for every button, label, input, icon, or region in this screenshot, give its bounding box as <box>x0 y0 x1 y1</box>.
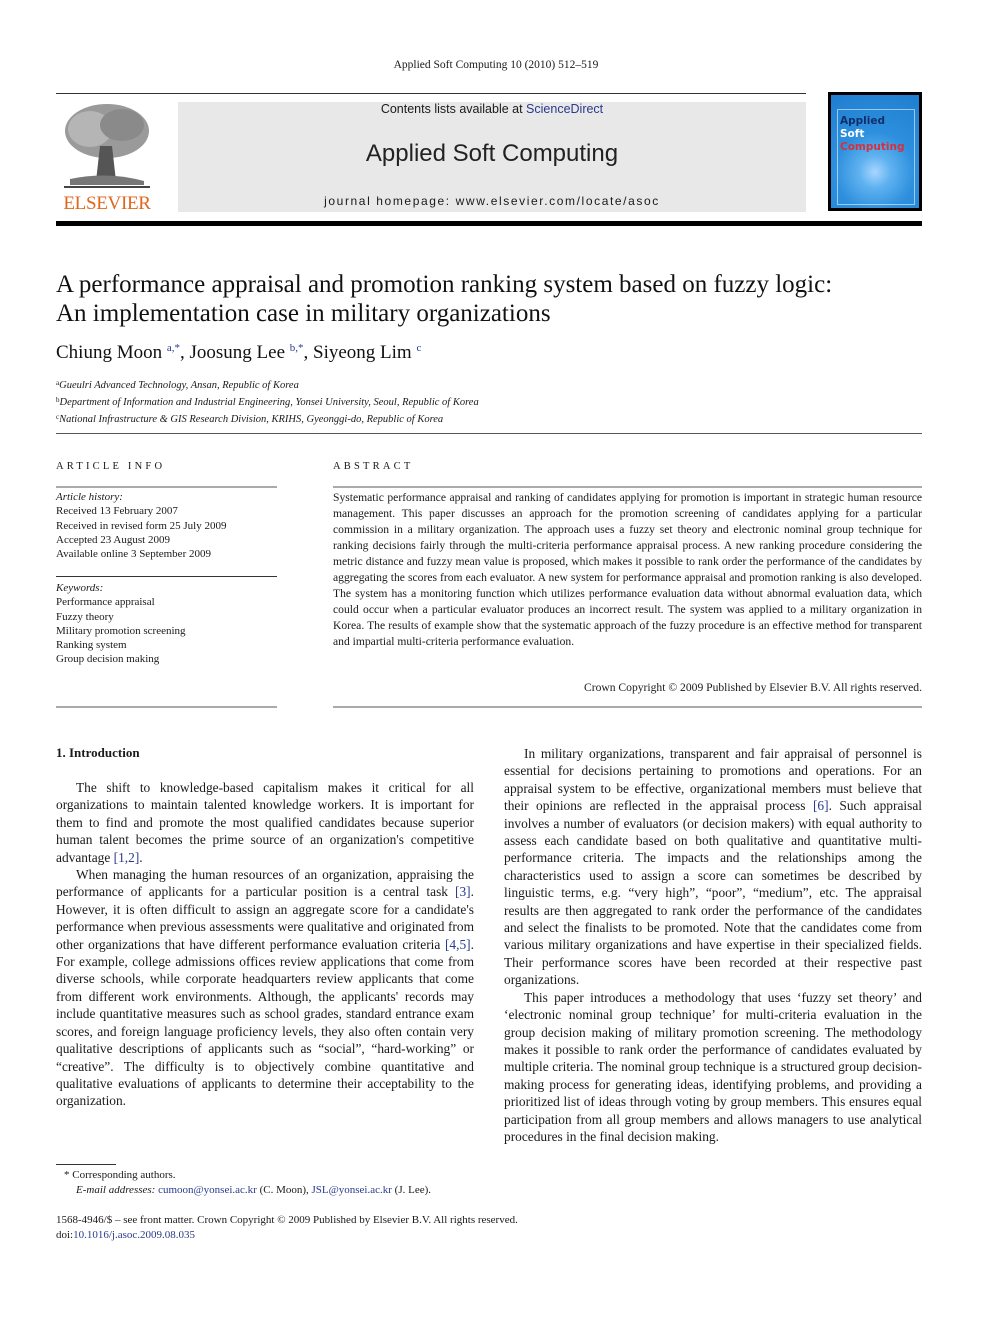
doi-prefix: doi: <box>56 1228 74 1241</box>
journal-title: Applied Soft Computing <box>365 140 619 167</box>
cover-title: Applied Soft Computing <box>840 115 904 154</box>
elsevier-wordmark: ELSEVIER <box>63 193 151 214</box>
abstract-text: Systematic performance appraisal and ran… <box>333 491 922 648</box>
affiliation-text: Department of Information and Industrial… <box>59 397 479 408</box>
history-label: Article history: <box>56 491 123 503</box>
email-line: E-mail addresses: cumoon@yonsei.ac.kr (C… <box>56 1183 431 1198</box>
email-link[interactable]: JSL@yonsei.ac.kr <box>312 1184 392 1196</box>
author-affiliation-link[interactable]: c <box>416 342 421 354</box>
affiliation-list: aGueulri Advanced Technology, Ansan, Rep… <box>56 376 479 427</box>
doi-line: doi:10.1016/j.asoc.2009.08.035 <box>56 1228 518 1243</box>
abstract-divider <box>333 486 922 488</box>
article-history: Article history: Received 13 February 20… <box>56 490 226 561</box>
article-info-heading: ARTICLE INFO <box>56 461 166 472</box>
title-line-1: A performance appraisal and promotion ra… <box>56 271 833 298</box>
keyword-item: Group decision making <box>56 653 160 666</box>
contents-line: Contents lists available at ScienceDirec… <box>178 102 806 116</box>
title-line-2: An implementation case in military organ… <box>56 300 551 327</box>
contents-prefix: Contents lists available at <box>380 102 527 116</box>
footnote-divider <box>56 1164 116 1165</box>
keywords-label: Keywords: <box>56 582 104 594</box>
citation-link[interactable]: [6] <box>813 798 829 813</box>
history-item: Available online 3 September 2009 <box>56 548 211 561</box>
abstract-copyright: Crown Copyright © 2009 Published by Else… <box>583 681 922 694</box>
email-link[interactable]: cumoon@yonsei.ac.kr <box>158 1184 257 1196</box>
citation-link[interactable]: [4,5] <box>445 937 471 952</box>
article-info-divider <box>56 486 277 488</box>
email-label: E-mail addresses: <box>76 1183 159 1196</box>
issn-line: 1568-4946/$ – see front matter. Crown Co… <box>56 1214 518 1226</box>
running-head: Applied Soft Computing 10 (2010) 512–519 <box>393 59 599 71</box>
keyword-item: Performance appraisal <box>56 596 155 609</box>
author-affiliation-link[interactable]: b,* <box>290 342 304 354</box>
paragraph: The shift to knowledge-based capitalism … <box>56 779 474 866</box>
cover-line-applied: Applied <box>840 115 885 127</box>
section-heading-introduction: 1. Introduction <box>56 745 140 760</box>
article-info-bottom-divider <box>56 706 277 708</box>
keyword-item: Ranking system <box>56 639 127 652</box>
sciencedirect-link[interactable]: ScienceDirect <box>526 102 603 116</box>
affiliation-text: Gueulri Advanced Technology, Ansan, Repu… <box>59 380 299 391</box>
history-item: Received in revised form 25 July 2009 <box>56 519 227 532</box>
journal-cover[interactable]: Applied Soft Computing <box>828 92 922 211</box>
history-item: Accepted 23 August 2009 <box>56 533 170 546</box>
author-affiliation-link[interactable]: a,* <box>167 342 180 354</box>
paragraph: This paper introduces a methodology that… <box>504 989 922 1144</box>
keywords: Keywords: Performance appraisal Fuzzy th… <box>56 581 186 667</box>
keyword-item: Fuzzy theory <box>56 610 114 623</box>
paragraph-text: . Such appraisal involves a number of ev… <box>504 798 922 988</box>
corresponding-authors-note: * Corresponding authors. <box>64 1169 176 1181</box>
doi-link[interactable]: 10.1016/j.asoc.2009.08.035 <box>73 1229 195 1241</box>
footnote: * Corresponding authors. E-mail addresse… <box>56 1168 431 1197</box>
author-name: Joosung Lee <box>189 342 286 363</box>
abstract-heading: ABSTRACT <box>333 461 414 472</box>
header-thick-divider <box>56 221 922 226</box>
affiliation-item: bDepartment of Information and Industria… <box>56 393 479 410</box>
author-name: Chiung Moon <box>56 342 163 363</box>
page-footer: 1568-4946/$ – see front matter. Crown Co… <box>56 1213 518 1242</box>
paragraph: When managing the human resources of an … <box>56 866 474 1110</box>
paragraph-text: When managing the human resources of an … <box>56 867 474 900</box>
body-column-right: In military organizations, transparent a… <box>504 745 922 1145</box>
elsevier-logo[interactable]: ELSEVIER <box>56 101 158 214</box>
paragraph-text: . <box>139 849 143 865</box>
citation-link[interactable]: [3] <box>455 884 471 899</box>
email-owner: (C. Moon), <box>256 1183 312 1196</box>
affiliation-item: aGueulri Advanced Technology, Ansan, Rep… <box>56 376 479 393</box>
paragraph-text: . For example, college admissions office… <box>56 936 474 1109</box>
cover-line-computing: Computing <box>840 141 905 153</box>
title-divider <box>56 433 922 434</box>
affiliation-item: cNational Infrastructure & GIS Research … <box>56 410 479 427</box>
tree-icon <box>60 101 154 191</box>
journal-homepage-link[interactable]: journal homepage: www.elsevier.com/locat… <box>178 194 806 208</box>
cover-art: Applied Soft Computing <box>831 95 919 208</box>
header-divider <box>56 93 806 94</box>
citation-link[interactable]: [1,2] <box>114 850 140 865</box>
journal-masthead: Contents lists available at ScienceDirec… <box>178 102 806 212</box>
cover-line-soft: Soft <box>840 128 865 140</box>
keywords-divider <box>56 576 277 577</box>
author-name: Siyeong Lim <box>313 342 412 363</box>
affiliation-text: National Infrastructure & GIS Research D… <box>59 414 444 425</box>
author-list: Chiung Moon a,*, Joosung Lee b,*, Siyeon… <box>56 342 422 363</box>
abstract-bottom-divider <box>333 706 922 708</box>
history-item: Received 13 February 2007 <box>56 505 178 518</box>
email-owner: (J. Lee). <box>391 1183 432 1196</box>
paragraph: In military organizations, transparent a… <box>504 745 922 989</box>
article-title: A performance appraisal and promotion ra… <box>56 270 936 328</box>
body-column-left: The shift to knowledge-based capitalism … <box>56 779 474 1110</box>
keyword-item: Military promotion screening <box>56 624 186 637</box>
